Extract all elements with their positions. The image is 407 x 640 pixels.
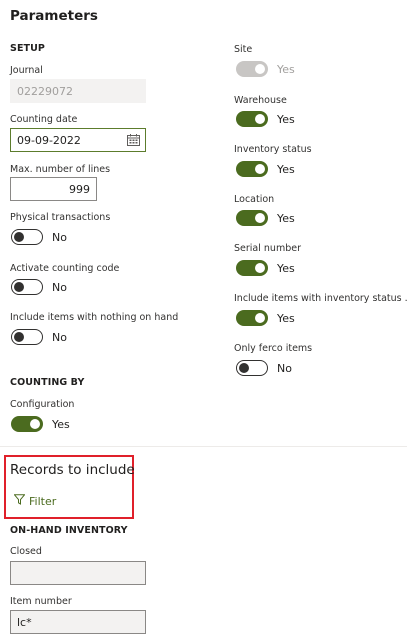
toggle-state: Yes — [277, 211, 295, 225]
include-nothing-on-hand-label: Include items with nothing on hand — [10, 312, 179, 323]
filter-label: Filter — [29, 494, 57, 508]
warehouse-toggle[interactable]: Yes — [236, 111, 295, 127]
counting-date-field[interactable]: 09-09-2022 — [10, 128, 146, 152]
only-ferco-toggle[interactable]: No — [236, 360, 292, 376]
include-inventory-status-label: Include items with inventory status ... — [234, 293, 407, 304]
toggle-state: Yes — [52, 417, 70, 431]
counting-date-value: 09-09-2022 — [17, 134, 81, 147]
site-label: Site — [234, 44, 253, 55]
toggle-track — [11, 416, 43, 432]
toggle-state: Yes — [277, 261, 295, 275]
toggle-track — [11, 279, 43, 295]
location-label: Location — [234, 194, 275, 205]
toggle-state: No — [52, 330, 67, 344]
on-hand-section-title: ON-HAND INVENTORY — [10, 525, 128, 536]
physical-transactions-toggle[interactable]: No — [11, 229, 67, 245]
configuration-label: Configuration — [10, 399, 75, 410]
setup-section-title: SETUP — [10, 43, 45, 54]
toggle-state: Yes — [277, 62, 295, 76]
calendar-icon[interactable] — [127, 134, 140, 149]
toggle-track — [236, 260, 268, 276]
include-nothing-on-hand-toggle[interactable]: No — [11, 329, 67, 345]
records-section-title: Records to include — [10, 462, 135, 478]
activate-counting-code-label: Activate counting code — [10, 263, 120, 274]
toggle-track — [236, 161, 268, 177]
toggle-track — [11, 329, 43, 345]
toggle-state: Yes — [277, 112, 295, 126]
filter-icon — [13, 494, 29, 508]
toggle-track — [11, 229, 43, 245]
inventory-status-toggle[interactable]: Yes — [236, 161, 295, 177]
section-divider — [0, 446, 407, 447]
page-title: Parameters — [10, 8, 98, 24]
toggle-track — [236, 210, 268, 226]
configuration-toggle[interactable]: Yes — [11, 416, 70, 432]
counting-by-section-title: COUNTING BY — [10, 377, 85, 388]
toggle-state: No — [52, 230, 67, 244]
journal-label: Journal — [10, 65, 43, 76]
serial-number-toggle[interactable]: Yes — [236, 260, 295, 276]
max-lines-field[interactable]: 999 — [10, 177, 97, 201]
only-ferco-label: Only ferco items — [234, 343, 313, 354]
toggle-state: No — [277, 361, 292, 375]
physical-transactions-label: Physical transactions — [10, 212, 111, 223]
include-inventory-status-toggle[interactable]: Yes — [236, 310, 295, 326]
warehouse-label: Warehouse — [234, 95, 287, 106]
toggle-state: Yes — [277, 162, 295, 176]
toggle-state: Yes — [277, 311, 295, 325]
site-toggle: Yes — [236, 61, 295, 77]
max-lines-label: Max. number of lines — [10, 164, 111, 175]
counting-date-label: Counting date — [10, 114, 78, 125]
serial-number-label: Serial number — [234, 243, 301, 254]
toggle-track — [236, 360, 268, 376]
item-number-label: Item number — [10, 596, 72, 607]
toggle-track — [236, 61, 268, 77]
filter-button[interactable]: Filter — [13, 494, 57, 508]
toggle-track — [236, 111, 268, 127]
inventory-status-label: Inventory status — [234, 144, 312, 155]
closed-label: Closed — [10, 546, 42, 557]
activate-counting-code-toggle[interactable]: No — [11, 279, 67, 295]
toggle-track — [236, 310, 268, 326]
journal-field: 02229072 — [10, 79, 146, 103]
item-number-field[interactable]: lc* — [10, 610, 146, 634]
closed-field[interactable] — [10, 561, 146, 585]
toggle-state: No — [52, 280, 67, 294]
location-toggle[interactable]: Yes — [236, 210, 295, 226]
